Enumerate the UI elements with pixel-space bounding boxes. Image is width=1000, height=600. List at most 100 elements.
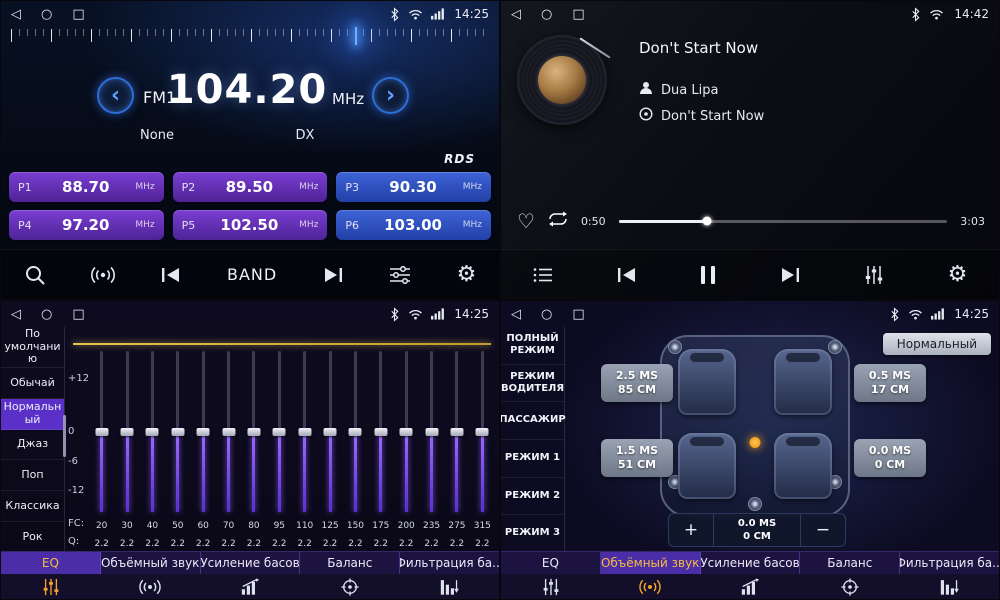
rear-left-seat[interactable] xyxy=(678,433,736,499)
tab-balance[interactable]: Баланс xyxy=(300,552,400,574)
balance-target-icon[interactable] xyxy=(300,574,400,599)
eq-band-slider[interactable] xyxy=(278,351,281,512)
listening-mode-item[interactable]: РЕЖИМ 2 xyxy=(501,478,564,516)
delay-decrease-button[interactable]: − xyxy=(801,514,845,546)
front-left-delay-button[interactable]: 2.5 MS 85 CM xyxy=(601,364,673,402)
eq-preset-item[interactable]: Нормальный xyxy=(1,399,64,430)
eq-band-slider[interactable] xyxy=(252,351,255,512)
eq-band-slider[interactable] xyxy=(100,351,103,512)
eq-band-knob[interactable] xyxy=(171,428,184,436)
pause-icon[interactable] xyxy=(701,266,715,284)
eq-band-slider[interactable] xyxy=(405,351,408,512)
listening-mode-item[interactable]: РЕЖИМ 1 xyxy=(501,440,564,478)
rear-right-delay-button[interactable]: 0.0 MS 0 CM xyxy=(854,439,926,477)
eq-band-knob[interactable] xyxy=(298,428,311,436)
seek-bar[interactable] xyxy=(619,220,948,223)
listening-mode-item[interactable]: РЕЖИМ ВОДИТЕЛЯ xyxy=(501,365,564,403)
home-icon[interactable]: ○ xyxy=(541,7,552,22)
eq-preset-item[interactable]: По умолчанию xyxy=(1,327,64,368)
eq-band-knob[interactable] xyxy=(197,428,210,436)
settings-gear-icon[interactable]: ⚙ xyxy=(948,264,968,286)
eq-sliders-icon[interactable] xyxy=(1,574,101,599)
eq-band-knob[interactable] xyxy=(121,428,134,436)
eq-band-knob[interactable] xyxy=(400,428,413,436)
eq-sliders-icon[interactable] xyxy=(501,574,601,599)
eq-band-slider[interactable] xyxy=(481,351,484,512)
filter-bars-icon[interactable] xyxy=(399,574,499,599)
listening-mode-item[interactable]: ПАССАЖИР xyxy=(501,402,564,440)
eq-preset-item[interactable]: Обычай xyxy=(1,368,64,399)
radio-preset-button[interactable]: P3 90.30 MHz xyxy=(336,172,491,202)
eq-band-slider[interactable] xyxy=(354,351,357,512)
back-icon[interactable]: ◁ xyxy=(11,7,21,22)
frequency-ruler[interactable] xyxy=(11,29,489,65)
surround-preset-button[interactable]: Нормальный xyxy=(883,333,991,355)
rear-left-delay-button[interactable]: 1.5 MS 51 CM xyxy=(601,439,673,477)
dx-mode-label[interactable]: DX xyxy=(296,128,315,143)
listening-mode-item[interactable]: ПОЛНЫЙ РЕЖИМ xyxy=(501,327,564,365)
listening-mode-item[interactable]: РЕЖИМ 3 xyxy=(501,515,564,553)
passenger-seat[interactable] xyxy=(774,349,832,415)
tab-surround[interactable]: Объёмный звук xyxy=(101,552,201,574)
eq-band-slider[interactable] xyxy=(202,351,205,512)
back-icon[interactable]: ◁ xyxy=(11,307,21,322)
eq-band-knob[interactable] xyxy=(349,428,362,436)
eq-band-knob[interactable] xyxy=(425,428,438,436)
eq-band-slider[interactable] xyxy=(227,351,230,512)
playlist-icon[interactable] xyxy=(533,267,553,283)
eq-band-slider[interactable] xyxy=(151,351,154,512)
radio-preset-button[interactable]: P4 97.20 MHz xyxy=(9,210,164,240)
speaker-rear-center-icon[interactable] xyxy=(748,497,762,511)
recents-icon[interactable]: □ xyxy=(572,7,584,22)
band-button[interactable]: BAND xyxy=(227,265,277,284)
eq-band-slider[interactable] xyxy=(379,351,382,512)
tune-sliders-icon[interactable] xyxy=(389,266,411,284)
eq-band-knob[interactable] xyxy=(450,428,463,436)
eq-band-knob[interactable] xyxy=(273,428,286,436)
eq-preset-item[interactable]: Классика xyxy=(1,491,64,522)
eq-band-knob[interactable] xyxy=(95,428,108,436)
eq-band-knob[interactable] xyxy=(324,428,337,436)
recents-icon[interactable]: □ xyxy=(572,307,584,322)
repeat-icon[interactable] xyxy=(548,211,568,231)
radio-preset-button[interactable]: P2 89.50 MHz xyxy=(173,172,328,202)
next-station-icon[interactable] xyxy=(322,267,344,283)
speaker-front-left-icon[interactable] xyxy=(668,340,682,354)
home-icon[interactable]: ○ xyxy=(41,7,52,22)
tab-bass-boost[interactable]: Усиление басов xyxy=(701,552,801,574)
home-icon[interactable]: ○ xyxy=(541,307,552,322)
previous-station-icon[interactable] xyxy=(160,267,182,283)
home-icon[interactable]: ○ xyxy=(41,307,52,322)
back-icon[interactable]: ◁ xyxy=(511,307,521,322)
tab-filter[interactable]: Фильтрация ба... xyxy=(400,552,499,574)
album-art[interactable] xyxy=(519,37,605,123)
tab-bass-boost[interactable]: Усиление басов xyxy=(201,552,301,574)
eq-band-knob[interactable] xyxy=(146,428,159,436)
eq-preset-item[interactable]: Джаз xyxy=(1,430,64,461)
driver-seat[interactable] xyxy=(678,349,736,415)
eq-preset-item[interactable]: Поп xyxy=(1,460,64,491)
tab-filter[interactable]: Фильтрация ба... xyxy=(900,552,999,574)
radio-preset-button[interactable]: P1 88.70 MHz xyxy=(9,172,164,202)
eq-band-slider[interactable] xyxy=(126,351,129,512)
listening-position-dot[interactable] xyxy=(750,437,761,448)
preset-list-scrollbar[interactable] xyxy=(63,415,66,457)
eq-band-slider[interactable] xyxy=(176,351,179,512)
eq-band-knob[interactable] xyxy=(476,428,489,436)
broadcast-scan-icon[interactable] xyxy=(91,265,115,285)
bass-boost-chart-icon[interactable] xyxy=(700,574,800,599)
tab-eq[interactable]: EQ xyxy=(1,552,101,574)
recents-icon[interactable]: □ xyxy=(72,7,84,22)
tab-eq[interactable]: EQ xyxy=(501,552,601,574)
settings-gear-icon[interactable]: ⚙ xyxy=(457,264,477,286)
eq-band-knob[interactable] xyxy=(247,428,260,436)
eq-band-knob[interactable] xyxy=(374,428,387,436)
delay-increase-button[interactable]: + xyxy=(669,514,713,546)
next-track-icon[interactable] xyxy=(779,267,801,283)
surround-broadcast-icon[interactable] xyxy=(101,574,201,599)
seek-down-button[interactable]: ‹ xyxy=(97,77,134,114)
bass-boost-chart-icon[interactable] xyxy=(200,574,300,599)
eq-band-slider[interactable] xyxy=(303,351,306,512)
tab-surround[interactable]: Объёмный звук xyxy=(601,552,701,574)
search-icon[interactable] xyxy=(24,264,46,286)
